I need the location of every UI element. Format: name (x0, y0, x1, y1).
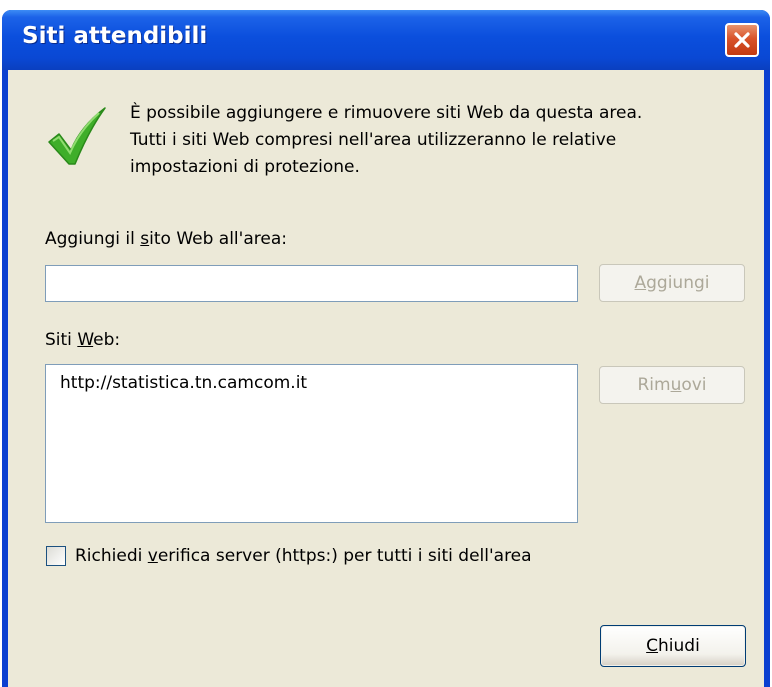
list-item[interactable]: http://statistica.tn.camcom.it (60, 373, 307, 393)
description-line: È possibile aggiungere e rimuovere siti … (130, 103, 643, 123)
title-bar[interactable]: Siti attendibili (2, 10, 770, 70)
dialog-body: È possibile aggiungere e rimuovere siti … (8, 70, 764, 687)
websites-label: Siti Web: (45, 330, 121, 350)
https-verification-checkbox[interactable] (46, 546, 66, 566)
close-icon (734, 32, 750, 48)
remove-button[interactable]: Rimuovi (599, 366, 745, 404)
close-button[interactable]: Chiudi (600, 625, 746, 667)
window-close-button[interactable] (725, 23, 759, 57)
websites-list[interactable]: http://statistica.tn.camcom.it (45, 364, 578, 523)
add-button[interactable]: Aggiungi (599, 264, 745, 302)
description-line: Tutti i siti Web compresi nell'area util… (130, 130, 617, 150)
https-verification-label[interactable]: Richiedi verifica server (https:) per tu… (75, 546, 532, 566)
description-line: impostazioni di protezione. (130, 157, 360, 177)
add-site-label: Aggiungi il sito Web all'area: (45, 229, 287, 249)
description-text: È possibile aggiungere e rimuovere siti … (130, 100, 750, 181)
checkmark-icon (48, 107, 106, 165)
window-title: Siti attendibili (22, 23, 208, 49)
dialog-window: Siti attendibili È possibile aggiungere … (2, 10, 770, 687)
add-site-input[interactable] (45, 265, 578, 302)
